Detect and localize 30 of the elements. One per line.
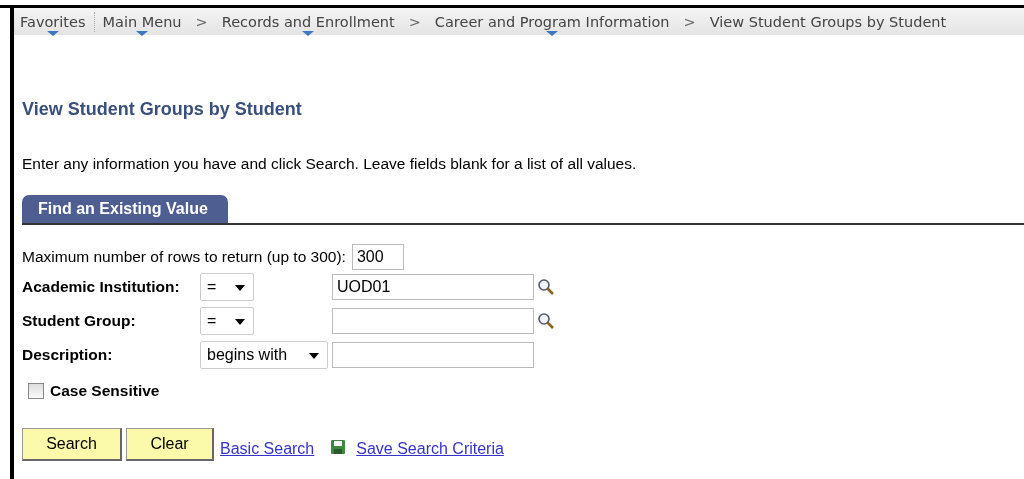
checkbox-label: Case Sensitive — [50, 382, 160, 400]
breadcrumb-separator: > — [407, 13, 422, 30]
operator-dropdown[interactable]: = — [200, 307, 254, 335]
breadcrumb-link[interactable]: Career and Program Information — [428, 13, 676, 36]
field-label: Academic Institution: — [22, 278, 181, 296]
breadcrumb-link[interactable]: Main Menu — [96, 13, 188, 36]
breadcrumb-link[interactable]: View Student Groups by Student — [703, 13, 953, 36]
page-title: View Student Groups by Student — [22, 98, 303, 120]
input-field[interactable] — [332, 308, 534, 334]
link[interactable]: Save Search Criteria — [330, 439, 504, 458]
field-label: Description: — [22, 346, 114, 364]
breadcrumb-link[interactable]: Records and Enrollment — [215, 13, 401, 36]
checkbox[interactable] — [28, 383, 44, 399]
max-rows-field[interactable]: 300 — [351, 244, 404, 270]
search-icon[interactable] — [537, 312, 555, 330]
breadcrumb-link[interactable]: Favorites — [14, 13, 92, 36]
breadcrumb-separator: > — [682, 13, 697, 30]
link[interactable]: Basic Search — [220, 439, 315, 458]
instructions-text: Enter any information you have and click Search. Leave fields blank for a list of all values. — [22, 154, 638, 174]
search-icon[interactable] — [537, 278, 555, 296]
field-label: Maximum number of rows to return (up to 300): — [22, 248, 346, 266]
action-button[interactable]: Clear — [126, 428, 214, 461]
breadcrumb-separator: > — [194, 13, 209, 30]
operator-dropdown[interactable]: begins with — [200, 341, 328, 369]
input-field[interactable] — [332, 342, 534, 368]
input-field[interactable]: UOD01 — [332, 274, 534, 300]
tab[interactable]: Find an Existing Value — [22, 195, 228, 223]
action-button[interactable]: Search — [22, 428, 122, 461]
operator-dropdown[interactable]: = — [200, 273, 254, 301]
field-label: Student Group: — [22, 312, 137, 330]
